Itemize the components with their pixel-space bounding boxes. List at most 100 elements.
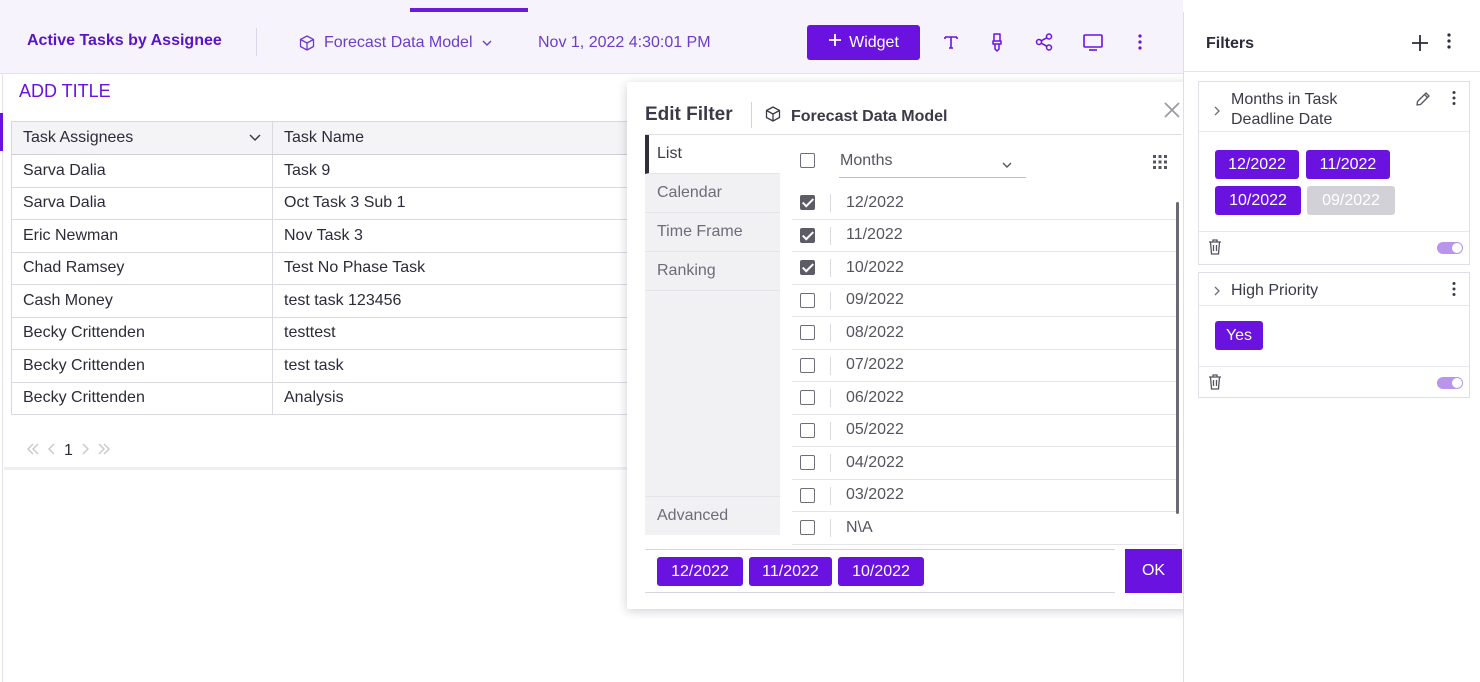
edit-filter-dialog: Edit Filter Forecast Data Model List Cal… <box>627 82 1200 609</box>
table-row[interactable]: Becky Crittenden testtest <box>12 317 631 350</box>
member-checkbox-checked[interactable] <box>800 260 815 276</box>
member-checkbox[interactable] <box>800 390 815 406</box>
filter-card-high-priority: High Priority Yes <box>1198 272 1470 398</box>
more-vertical-icon[interactable] <box>1451 90 1457 111</box>
member-label: 08/2022 <box>846 323 904 341</box>
data-model-selector[interactable]: Forecast Data Model <box>298 34 493 52</box>
member-item-divider <box>830 291 831 310</box>
dialog-data-model-name: Forecast Data Model <box>791 107 948 125</box>
member-list-item[interactable]: 05/2022 <box>792 415 1177 447</box>
tab-time-frame[interactable]: Time Frame <box>645 213 780 252</box>
member-checkbox-checked[interactable] <box>800 227 815 243</box>
add-widget-button[interactable]: Widget <box>807 25 920 60</box>
cell-assignee: Chad Ramsey <box>12 252 273 284</box>
add-widget-title[interactable]: ADD TITLE <box>19 81 111 102</box>
next-page-icon[interactable] <box>81 442 89 460</box>
current-page-number[interactable]: 1 <box>64 442 73 460</box>
member-list-item[interactable]: 07/2022 <box>792 350 1177 382</box>
more-vertical-icon[interactable] <box>1128 30 1152 54</box>
column-header-task-name[interactable]: Task Name <box>273 122 631 154</box>
table-row[interactable]: Sarva Dalia Oct Task 3 Sub 1 <box>12 187 631 220</box>
table-row[interactable]: Eric Newman Nov Task 3 <box>12 220 631 253</box>
cell-task-name: Task 9 <box>284 161 331 179</box>
tab-advanced[interactable]: Advanced <box>645 496 780 535</box>
brush-icon[interactable] <box>985 30 1009 54</box>
member-list-scrollbar[interactable] <box>1176 202 1179 514</box>
dialog-title-divider <box>751 102 752 128</box>
member-list-item[interactable]: 04/2022 <box>792 447 1177 480</box>
filter-value-chip[interactable]: 11/2022 <box>1306 150 1390 179</box>
table-row[interactable]: Becky Crittenden test task <box>12 350 631 383</box>
canvas-left-border <box>2 74 3 682</box>
column-header-task-assignees[interactable]: Task Assignees <box>12 122 273 154</box>
filter-card-header[interactable]: High Priority <box>1199 273 1469 306</box>
member-list-item[interactable]: 08/2022 <box>792 317 1177 350</box>
grid-icon[interactable] <box>1153 155 1167 174</box>
member-list-item[interactable]: 06/2022 <box>792 382 1177 415</box>
member-checkbox[interactable] <box>800 422 815 438</box>
column-header-label: Task Name <box>284 129 365 146</box>
member-checkbox[interactable] <box>800 487 815 503</box>
filter-card-months: Months in Task Deadline Date 12/2022 11/… <box>1198 81 1470 265</box>
monitor-icon[interactable] <box>1081 30 1105 54</box>
member-checkbox[interactable] <box>800 357 815 373</box>
member-list-item[interactable]: 09/2022 <box>792 285 1177 317</box>
filter-enabled-toggle[interactable] <box>1437 242 1463 254</box>
table-row[interactable]: Cash Money test task 123456 <box>12 285 631 318</box>
dialog-data-model: Forecast Data Model <box>764 105 947 128</box>
selected-member-chip[interactable]: 11/2022 <box>749 557 832 586</box>
chevron-right-icon[interactable] <box>1211 104 1223 116</box>
cell-assignee: Eric Newman <box>12 220 273 252</box>
member-item-divider <box>830 519 831 537</box>
member-list-item[interactable]: 12/2022 <box>792 187 1177 220</box>
more-vertical-icon[interactable] <box>1451 281 1457 302</box>
select-all-checkbox[interactable] <box>800 153 815 168</box>
trash-icon[interactable] <box>1207 373 1223 396</box>
field-select[interactable]: Months <box>839 144 1026 178</box>
member-checkbox-checked[interactable] <box>800 195 815 211</box>
filter-card-header[interactable]: Months in Task Deadline Date <box>1199 82 1469 132</box>
table-row[interactable]: Becky Crittenden Analysis <box>12 382 631 415</box>
dialog-title: Edit Filter <box>645 104 733 125</box>
add-filter-icon[interactable] <box>1409 32 1431 54</box>
member-label: 07/2022 <box>846 356 904 374</box>
last-page-icon[interactable] <box>97 442 111 460</box>
tab-list[interactable]: List <box>645 135 780 174</box>
cell-task-name: test task 123456 <box>284 291 402 309</box>
member-checkbox[interactable] <box>800 455 815 471</box>
selected-member-chip[interactable]: 10/2022 <box>838 557 924 586</box>
filter-name-line1: Months in Task <box>1231 91 1338 108</box>
filter-enabled-toggle[interactable] <box>1437 377 1463 389</box>
trash-icon[interactable] <box>1207 238 1223 261</box>
dashboard-toolbar: Active Tasks by Assignee Forecast Data M… <box>0 0 1183 74</box>
pencil-icon[interactable] <box>1414 90 1432 113</box>
member-item-divider <box>830 421 831 440</box>
close-icon[interactable] <box>1162 100 1182 120</box>
member-checkbox[interactable] <box>800 325 815 341</box>
first-page-icon[interactable] <box>26 442 40 460</box>
filter-value-chip[interactable]: 10/2022 <box>1215 186 1301 215</box>
table-row[interactable]: Chad Ramsey Test No Phase Task <box>12 252 631 285</box>
tab-ranking[interactable]: Ranking <box>645 252 780 291</box>
member-list-item[interactable]: 10/2022 <box>792 252 1177 285</box>
filter-value-chip[interactable]: Yes <box>1215 321 1263 350</box>
member-list-item[interactable]: 03/2022 <box>792 480 1177 512</box>
member-label: 12/2022 <box>846 193 904 211</box>
filter-value-chip[interactable]: 12/2022 <box>1215 150 1299 179</box>
table-row[interactable]: Sarva Dalia Task 9 <box>12 155 631 188</box>
member-checkbox[interactable] <box>800 292 815 308</box>
filter-value-chip-inactive[interactable]: 09/2022 <box>1307 186 1395 215</box>
chevron-right-icon[interactable] <box>1211 284 1223 296</box>
selected-member-chip[interactable]: 12/2022 <box>657 557 743 586</box>
column-header-label: Task Assignees <box>23 129 134 146</box>
member-checkbox[interactable] <box>800 520 815 536</box>
member-list-item[interactable]: N\A <box>792 512 1177 545</box>
filter-name: High Priority <box>1231 282 1319 299</box>
share-icon[interactable] <box>1032 30 1056 54</box>
previous-page-icon[interactable] <box>48 442 56 460</box>
text-icon[interactable] <box>939 30 963 54</box>
more-vertical-icon[interactable] <box>1446 32 1464 54</box>
member-list-item[interactable]: 11/2022 <box>792 220 1177 252</box>
ok-button[interactable]: OK <box>1125 549 1182 593</box>
tab-calendar[interactable]: Calendar <box>645 174 780 213</box>
